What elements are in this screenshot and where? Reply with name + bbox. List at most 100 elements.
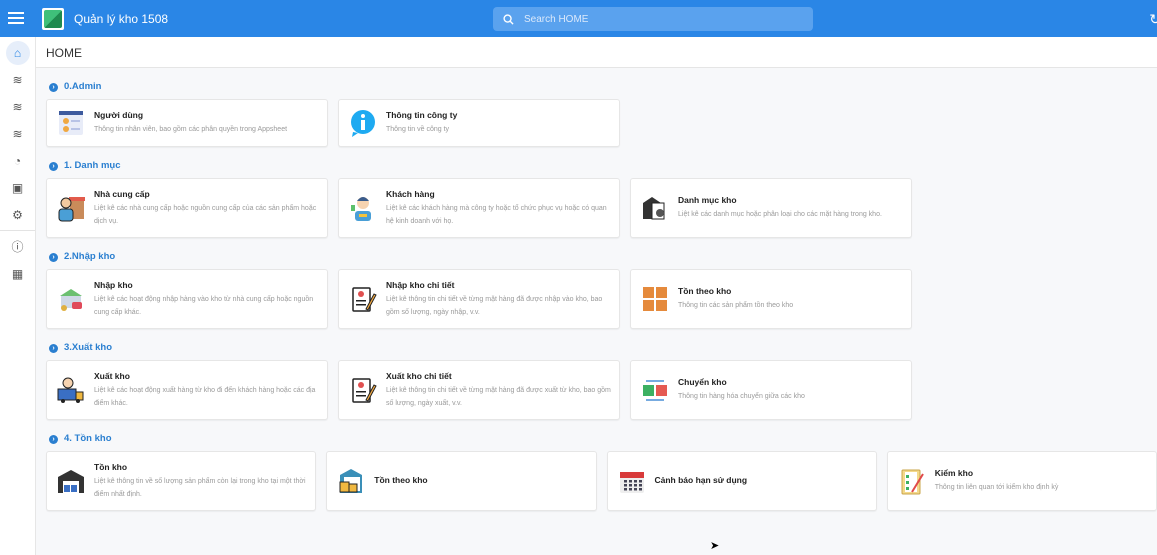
sidebar-grid[interactable]: ▦ (0, 260, 35, 287)
section-title-0-admin[interactable]: › 0.Admin (46, 68, 1157, 99)
search-placeholder: Search HOME (524, 13, 589, 25)
card-text: Nhập kho Liệt kê các hoạt động nhập hàng … (94, 280, 319, 319)
mouse-cursor-icon: ➤ (710, 540, 720, 552)
menu-icon[interactable] (8, 10, 24, 26)
card-title: Xuất kho chi tiết (386, 370, 452, 381)
chevron-right-icon: › (49, 252, 58, 262)
card-title: Tồn theo kho (374, 474, 428, 485)
layers-minus-icon: ≋ (12, 126, 23, 141)
import-icon (56, 284, 86, 314)
card-xuat-kho[interactable]: Xuất kho Liệt kê các hoạt động xuất hàng … (46, 360, 328, 420)
supplier-icon (56, 193, 86, 223)
document-edit-icon (348, 284, 378, 314)
card-row: Tồn kho Liệt kê thông tin về số lượng sản… (46, 451, 1157, 511)
card-title: Danh mục kho (678, 195, 737, 205)
section-title-label: 3.Xuất kho (64, 342, 113, 353)
section-title-2-nhap-kho[interactable]: › 2.Nhập kho (46, 238, 1157, 269)
card-canh-bao-han-su-dung[interactable]: Cảnh báo hạn sử dụng (606, 451, 877, 511)
card-description: Thông tin hàng hóa chuyển giữa các kho (678, 393, 805, 400)
card-ton-theo-kho[interactable]: Tồn theo kho Thông tin các sản phẩm tồn t… (630, 269, 912, 329)
gear-icon: ⚙ (12, 207, 23, 222)
card-title: Người dùng (94, 110, 144, 120)
card-text: Cảnh báo hạn sử dụng (655, 475, 868, 488)
layers-plus-icon: ≋ (12, 72, 23, 87)
sidebar-dashboard[interactable]: ◔ (0, 147, 35, 174)
card-description: Liệt kê thông tin chi tiết về từng mặt h… (386, 386, 611, 407)
card-text: Tồn kho Liệt kê thông tin về số lượng sản… (94, 462, 307, 501)
section-title-label: 0.Admin (64, 81, 102, 92)
sidebar: ⌂ ≋ ≋ ≋ ◔ ▣ ⚙ ⓘ ▦ (0, 37, 36, 555)
section-title-1-danh-muc[interactable]: › 1. Danh mục (46, 147, 1157, 178)
card-title: Tồn kho (94, 461, 128, 472)
card-ton-theo-kho[interactable]: Tồn theo kho (326, 451, 597, 511)
card-title: Nhà cung cấp (94, 188, 150, 199)
card-text: Xuất kho chi tiết Liệt kê thông tin chi t… (386, 371, 611, 410)
card-description: Liệt kê các hoạt động nhập hàng vào kho … (94, 295, 314, 316)
main-content: › 0.Admin Người dùng Thông tin nhân viên, … (46, 68, 1157, 511)
top-bar: Quản lý kho 1508 Search HOME ↻ (0, 0, 1157, 37)
card-title: Nhập kho chi tiết (386, 279, 455, 290)
chevron-right-icon: › (49, 161, 58, 171)
refresh-icon[interactable]: ↻ (1149, 11, 1157, 28)
card-text: Danh mục kho Liệt kê các danh mục hoặc ph… (678, 195, 903, 221)
card-chuyen-kho[interactable]: Chuyển kho Thông tin hàng hóa chuyển giữa… (630, 360, 912, 420)
card-description: Liệt kê thông tin chi tiết về từng mặt h… (386, 295, 603, 316)
section-title-4-ton-kho[interactable]: › 4. Tồn kho (46, 420, 1157, 451)
card-text: Tồn theo kho Thông tin các sản phẩm tồn t… (678, 286, 903, 312)
card-nguoi-dung[interactable]: Người dùng Thông tin nhân viên, bao gồm c… (46, 99, 328, 147)
card-xuat-kho-chi-tiet[interactable]: Xuất kho chi tiết Liệt kê thông tin chi t… (338, 360, 620, 420)
sidebar-settings[interactable]: ⚙ (0, 201, 35, 228)
dashboard-icon: ◔ (13, 153, 22, 168)
search-icon (503, 13, 514, 25)
card-kiem-kho[interactable]: Kiểm kho Thông tin liên quan tới kiểm kho… (886, 451, 1157, 511)
app-logo (42, 8, 64, 30)
card-title: Tồn theo kho (678, 286, 732, 296)
sidebar-home[interactable]: ⌂ (0, 39, 35, 66)
card-title: Khách hàng (386, 188, 435, 199)
card-title: Xuất kho (94, 370, 130, 381)
card-danh-muc-kho[interactable]: Danh mục kho Liệt kê các danh mục hoặc ph… (630, 178, 912, 238)
card-description: Liệt kê các danh mục hoặc phân loại cho … (678, 211, 882, 218)
card-description: Thông tin nhân viên, bao gồm các phân qu… (94, 126, 288, 133)
card-nhap-kho-chi-tiet[interactable]: Nhập kho chi tiết Liệt kê thông tin chi t… (338, 269, 620, 329)
warehouse-icon (56, 466, 86, 496)
chevron-right-icon: › (49, 434, 58, 444)
card-row: Người dùng Thông tin nhân viên, bao gồm c… (46, 99, 1157, 147)
card-khach-hang[interactable]: Khách hàng Liệt kê các khách hàng mà công… (338, 178, 620, 238)
section-title-label: 2.Nhập kho (64, 251, 116, 262)
sidebar-info[interactable]: ⓘ (0, 233, 35, 260)
calendar-icon (617, 466, 647, 496)
card-title: Cảnh báo hạn sử dụng (654, 474, 748, 485)
card-text: Thông tin công ty Thông tin về công ty (386, 110, 611, 136)
card-title: Nhập kho (94, 279, 133, 290)
card-row: Xuất kho Liệt kê các hoạt động xuất hàng … (46, 360, 1157, 420)
search-input[interactable]: Search HOME (493, 7, 813, 31)
sidebar-layers-add[interactable]: ≋ (0, 66, 35, 93)
sidebar-layers-minus[interactable]: ≋ (0, 120, 35, 147)
card-title: Chuyển kho (678, 377, 727, 387)
card-title: Kiểm kho (934, 468, 974, 478)
app-title: Quản lý kho 1508 (74, 12, 169, 26)
card-text: Nhà cung cấp Liệt kê các nhà cung cấp hoặ… (94, 189, 319, 228)
card-ton-kho[interactable]: Tồn kho Liệt kê thông tin về số lượng sản… (46, 451, 317, 511)
warehouse-catalog-icon (640, 193, 670, 223)
card-nha-cung-cap[interactable]: Nhà cung cấp Liệt kê các nhà cung cấp hoặ… (46, 178, 328, 238)
card-text: Tồn theo kho (374, 475, 587, 488)
warehouse-boxes-icon (336, 466, 366, 496)
card-text: Kiểm kho Thông tin liên quan tới kiểm kho… (935, 468, 1148, 494)
card-nhap-kho[interactable]: Nhập kho Liệt kê các hoạt động nhập hàng … (46, 269, 328, 329)
card-title: Thông tin công ty (386, 110, 458, 120)
home-icon: ⌂ (5, 40, 30, 65)
truck-icon (56, 375, 86, 405)
card-row: Nhập kho Liệt kê các hoạt động nhập hàng … (46, 269, 1157, 329)
info-icon (348, 108, 378, 138)
section-title-3-xuat-kho[interactable]: › 3.Xuất kho (46, 329, 1157, 360)
card-description: Liệt kê các hoạt động xuất hàng từ kho đ… (94, 386, 316, 407)
card-thong-tin-cong-ty[interactable]: Thông tin công ty Thông tin về công ty (338, 99, 620, 147)
page-title: HOME (36, 37, 1157, 68)
sidebar-calendar[interactable]: ▣ (0, 174, 35, 201)
users-list-icon (56, 108, 86, 138)
card-description: Liệt kê các nhà cung cấp hoặc nguồn cung… (94, 204, 317, 225)
sidebar-layers[interactable]: ≋ (0, 93, 35, 120)
card-text: Chuyển kho Thông tin hàng hóa chuyển giữa… (678, 377, 903, 403)
